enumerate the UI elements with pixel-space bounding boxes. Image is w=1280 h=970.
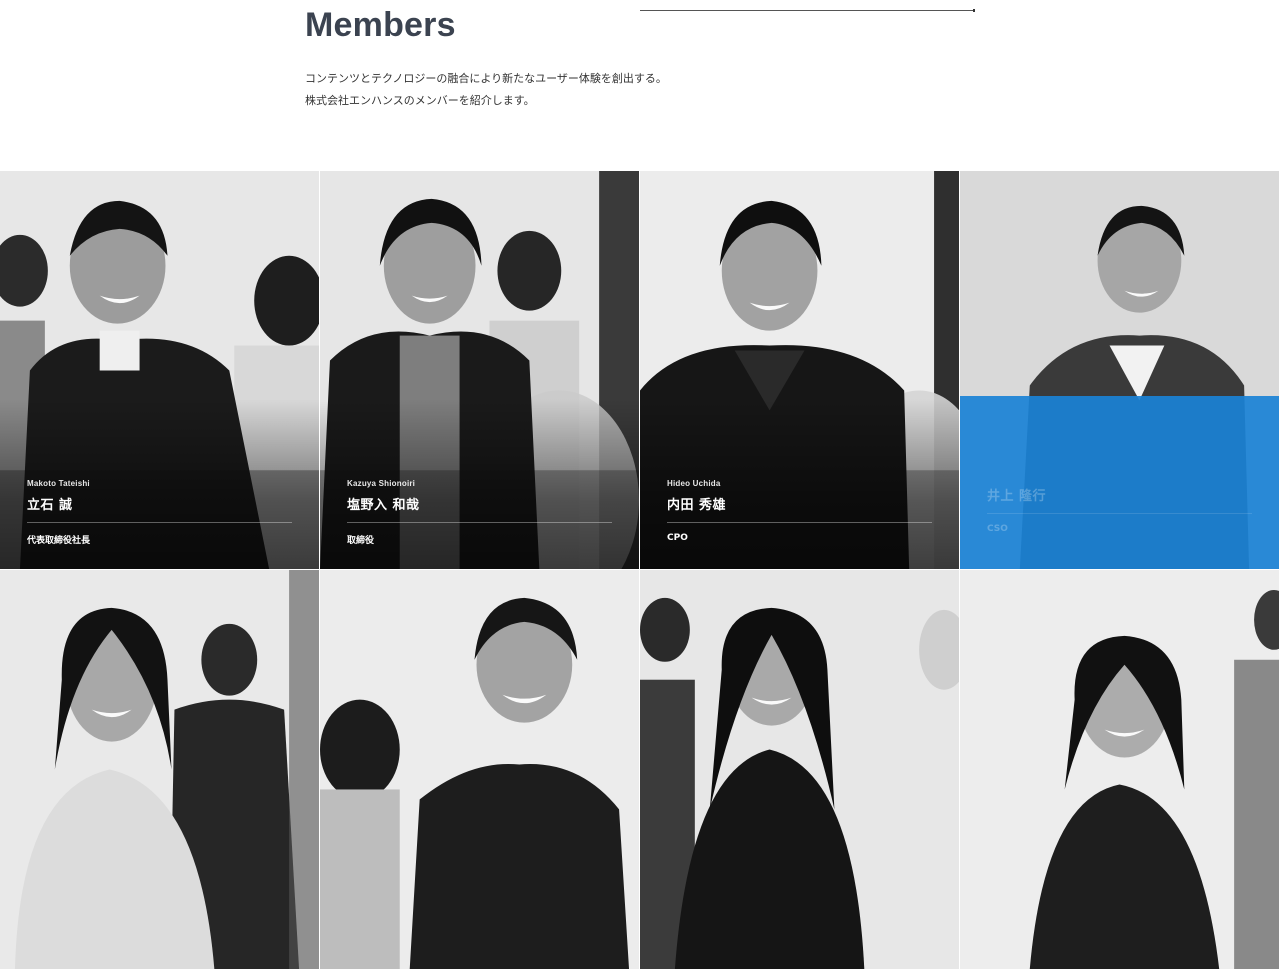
member-photo <box>320 570 639 969</box>
member-name-jp: 立石 誠 <box>27 498 73 513</box>
member-divider <box>987 513 1252 514</box>
intro-line-2: 株式会社エンハンスのメンバーを紹介します。 <box>305 94 535 107</box>
member-role: CSO <box>987 524 1008 534</box>
header-divider-line <box>640 9 975 12</box>
member-photo <box>960 570 1279 969</box>
member-name-en: Hideo Uchida <box>667 479 721 488</box>
members-grid: Makoto Tateishi 立石 誠 代表取締役社長 Kazuya Shio… <box>0 171 1280 970</box>
member-divider <box>347 522 612 523</box>
member-name-jp: 塩野入 和哉 <box>347 498 420 513</box>
member-card-8[interactable] <box>960 570 1280 970</box>
member-role: CPO <box>667 533 688 543</box>
member-photo <box>0 570 319 969</box>
member-role: 取締役 <box>347 536 375 546</box>
member-card-tateishi[interactable]: Makoto Tateishi 立石 誠 代表取締役社長 <box>0 171 320 570</box>
member-name-en: Makoto Tateishi <box>27 479 90 488</box>
member-role: 代表取締役社長 <box>27 536 91 546</box>
member-photo <box>640 570 959 969</box>
member-card-uchida[interactable]: Hideo Uchida 内田 秀雄 CPO <box>640 171 960 570</box>
member-info: Kazuya Shionoiri 塩野入 和哉 取締役 <box>347 479 612 546</box>
member-name-en: Kazuya Shionoiri <box>347 479 416 488</box>
member-card-inoue[interactable]: 井上 隆行 CSO <box>960 171 1280 570</box>
member-info: Hideo Uchida 内田 秀雄 CPO <box>667 479 932 543</box>
page-title: Members <box>305 6 456 44</box>
member-name-jp: 井上 隆行 <box>987 489 1047 504</box>
member-card-shionoiri[interactable]: Kazuya Shionoiri 塩野入 和哉 取締役 <box>320 171 640 570</box>
member-card-7[interactable] <box>640 570 960 970</box>
member-divider <box>667 522 932 523</box>
member-info: 井上 隆行 CSO <box>987 479 1252 534</box>
member-card-6[interactable] <box>320 570 640 970</box>
intro-text: コンテンツとテクノロジーの融合により新たなユーザー体験を創出する。 株式会社エン… <box>305 68 667 112</box>
member-name-jp: 内田 秀雄 <box>667 498 727 513</box>
intro-line-1: コンテンツとテクノロジーの融合により新たなユーザー体験を創出する。 <box>305 72 667 85</box>
member-card-5[interactable] <box>0 570 320 970</box>
member-info: Makoto Tateishi 立石 誠 代表取締役社長 <box>27 479 292 546</box>
member-divider <box>27 522 292 523</box>
